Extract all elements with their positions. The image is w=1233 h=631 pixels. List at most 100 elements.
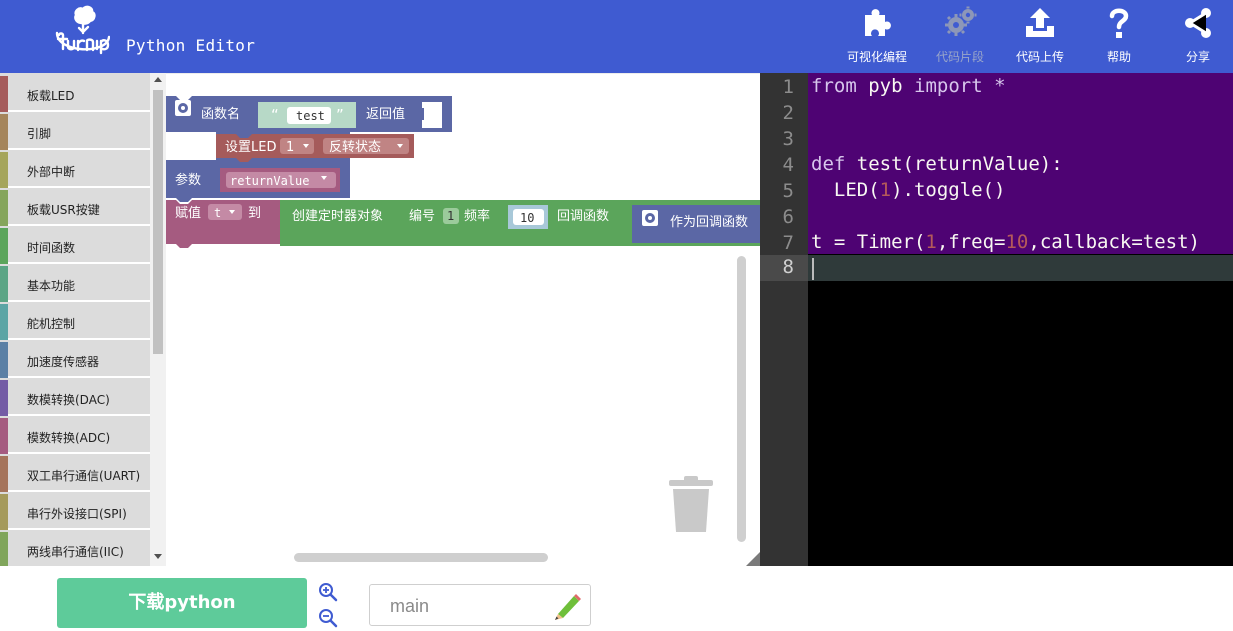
trash-icon[interactable] xyxy=(669,476,713,532)
code-line-7[interactable]: t = Timer(1,freq=10,callback=test) xyxy=(811,231,1200,253)
category-label: 时间函数 xyxy=(27,241,76,255)
line-number: 1 xyxy=(782,76,794,98)
line-number: 4 xyxy=(782,154,794,176)
category-adc[interactable]: 模数转换(ADC) xyxy=(0,418,150,454)
param-variable-value: returnValue xyxy=(230,174,309,188)
nav-code-snippets-label: 代码片段 xyxy=(935,50,984,64)
code-token: 1 xyxy=(925,231,937,253)
create-timer-block[interactable]: 创建定时器对象 编号 1 频率 10 回调函数 作为回调函数 xyxy=(280,200,760,246)
set-led-block[interactable]: 设置LED 1 反转状态 xyxy=(216,134,414,162)
help-icon xyxy=(1109,8,1129,38)
category-color xyxy=(0,152,8,188)
app-title: Python Editor xyxy=(126,36,256,55)
puzzle-icon xyxy=(865,9,891,37)
download-python-button[interactable]: 下载python xyxy=(57,578,307,628)
category-external-interrupt[interactable]: 外部中断 xyxy=(0,152,150,188)
python-code-editor[interactable]: from pyb import * def test(returnValue):… xyxy=(808,73,1233,566)
nav-share[interactable]: 分享 xyxy=(1158,0,1233,73)
nav-help[interactable]: 帮助 xyxy=(1079,0,1159,73)
code-token: ).toggle() xyxy=(891,179,1006,201)
code-token: import xyxy=(914,75,983,97)
nav-code-snippets[interactable]: 代码片段 xyxy=(920,0,1000,73)
category-servo-control[interactable]: 舵机控制 xyxy=(0,304,150,340)
category-onboard-led[interactable]: 板载LED xyxy=(0,76,150,112)
assign-variable-block[interactable]: 赋值 t 到 xyxy=(166,200,282,248)
workspace-vertical-scrollbar[interactable] xyxy=(737,256,746,542)
category-color xyxy=(0,76,8,112)
toolbox-scrollbar-thumb[interactable] xyxy=(153,90,163,354)
filename-field-container xyxy=(369,584,591,626)
resize-handle-icon[interactable] xyxy=(746,552,760,566)
param-variable-block[interactable]: returnValue xyxy=(220,168,340,192)
category-iic[interactable]: 两线串行通信(IIC) xyxy=(0,532,150,566)
code-line-gutter: 1 2 3 4 5 6 7 xyxy=(760,73,808,566)
category-label: 引脚 xyxy=(27,127,52,141)
active-line-gutter: 8 xyxy=(760,255,808,281)
nav-code-upload[interactable]: 代码上传 xyxy=(1000,0,1080,73)
category-uart[interactable]: 双工串行通信(UART) xyxy=(0,456,150,492)
category-color xyxy=(0,418,8,454)
timer-id-label: 编号 xyxy=(409,209,435,224)
scroll-up-arrow-icon[interactable] xyxy=(154,77,162,82)
category-color xyxy=(0,342,8,378)
category-time-functions[interactable]: 时间函数 xyxy=(0,228,150,264)
callback-label: 回调函数 xyxy=(557,209,609,224)
gears-icon xyxy=(945,6,977,36)
category-color xyxy=(0,114,8,150)
led-action-value: 反转状态 xyxy=(329,140,381,155)
app-root: Python Editor 可视化编程 代码片段 代码上传 帮助 分享 板载LE… xyxy=(0,0,1233,631)
category-label: 加速度传感器 xyxy=(27,355,100,369)
pencil-edit-icon[interactable] xyxy=(552,592,582,620)
block-category-sidebar: 板载LED 引脚 外部中断 板载USR按键 时间函数 基本功能 舵机控制 加速度… xyxy=(0,73,166,566)
timer-freq-label: 频率 xyxy=(464,208,490,224)
category-label: 舵机控制 xyxy=(27,317,76,331)
category-label: 板载LED xyxy=(27,89,75,103)
category-color xyxy=(0,190,8,226)
category-color xyxy=(0,456,8,492)
gear-icon-hub xyxy=(181,106,185,110)
bottom-toolbar: 下载python xyxy=(0,566,1233,631)
line-number: 3 xyxy=(782,128,794,150)
line-number: 8 xyxy=(782,256,794,278)
category-spi[interactable]: 串行外设接口(SPI) xyxy=(0,494,150,530)
blockly-workspace[interactable]: 函数名 “ test ” 返回值 执行 设置LED 1 反转状态 参数 retu… xyxy=(166,73,760,566)
zoom-out-icon[interactable] xyxy=(318,608,338,628)
category-color xyxy=(0,304,8,340)
return-value-label: 返回值 xyxy=(366,106,405,122)
text-cursor xyxy=(812,258,814,280)
top-navbar: Python Editor 可视化编程 代码片段 代码上传 帮助 分享 xyxy=(0,0,1233,73)
toolbox-scrollbar[interactable] xyxy=(150,73,166,566)
scroll-down-arrow-icon[interactable] xyxy=(154,554,162,559)
line-number: 2 xyxy=(782,102,794,124)
category-color xyxy=(0,228,8,264)
workspace-horizontal-scrollbar[interactable] xyxy=(294,553,548,562)
open-quote-icon: “ xyxy=(271,106,279,124)
nav-visual-programming[interactable]: 可视化编程 xyxy=(837,0,917,73)
assign-to-label: 到 xyxy=(248,206,261,221)
category-color xyxy=(0,532,8,566)
category-accelerometer[interactable]: 加速度传感器 xyxy=(0,342,150,378)
filename-input[interactable] xyxy=(390,594,550,618)
category-basic-functions[interactable]: 基本功能 xyxy=(0,266,150,302)
return-value-socket[interactable] xyxy=(422,102,442,128)
category-label: 串行外设接口(SPI) xyxy=(27,507,127,521)
code-line-4[interactable]: def test(returnValue): xyxy=(811,153,1063,175)
nav-share-label: 分享 xyxy=(1185,50,1210,64)
active-code-line[interactable] xyxy=(808,255,1233,281)
category-dac[interactable]: 数模转换(DAC) xyxy=(0,380,150,416)
line-number: 5 xyxy=(782,180,794,202)
gear-icon-hub xyxy=(648,216,652,220)
zoom-in-icon[interactable] xyxy=(318,582,338,602)
param-label: 参数 xyxy=(175,172,201,188)
code-line-1[interactable]: from pyb import * xyxy=(811,75,1006,97)
code-line-5[interactable]: LED(1).toggle() xyxy=(811,179,1006,201)
category-usr-button[interactable]: 板载USR按键 xyxy=(0,190,150,226)
func-name-string-block[interactable]: “ test ” xyxy=(258,102,356,128)
code-token: def xyxy=(811,153,846,175)
code-token: * xyxy=(994,75,1006,97)
category-pins[interactable]: 引脚 xyxy=(0,114,150,150)
close-quote-icon: ” xyxy=(336,106,344,124)
code-token: 10 xyxy=(1005,231,1029,253)
func-name-value: test xyxy=(296,109,325,123)
code-token: t = Timer( xyxy=(811,231,926,253)
